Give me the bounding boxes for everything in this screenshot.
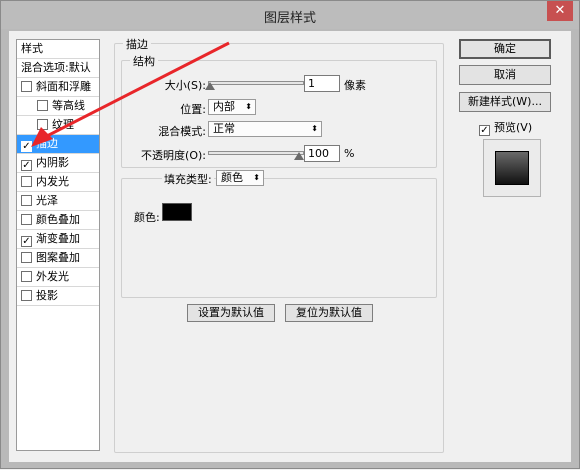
chevron-updown-icon: ⬍ xyxy=(311,124,318,133)
color-swatch[interactable] xyxy=(162,203,192,221)
size-slider-thumb[interactable] xyxy=(205,82,215,90)
preview-toggle[interactable]: ✓ 预览(V) xyxy=(479,119,532,136)
style-list-item-label: 等高线 xyxy=(52,99,85,112)
style-list-item-label: 斜面和浮雕 xyxy=(36,80,91,93)
checkbox[interactable] xyxy=(21,195,32,206)
dialog-body: 样式 混合选项:默认斜面和浮雕等高线纹理 ✓ 描边 ✓ 内阴影内发光光泽颜色叠加 ✓ 渐变叠… xyxy=(9,31,571,462)
checkbox[interactable] xyxy=(21,252,32,263)
style-list-item[interactable]: 纹理 xyxy=(17,116,99,135)
style-list-item-label: 描边 xyxy=(36,137,58,150)
style-list-item[interactable]: ✓ 渐变叠加 xyxy=(17,230,99,249)
style-list-header[interactable]: 样式 xyxy=(17,40,99,59)
blend-mode-dropdown[interactable]: 正常 ⬍ xyxy=(208,121,322,137)
cancel-button[interactable]: 取消 xyxy=(459,65,551,85)
style-list-item-label: 渐变叠加 xyxy=(36,232,80,245)
style-list-item[interactable]: 投影 xyxy=(17,287,99,306)
preview-checkbox[interactable]: ✓ xyxy=(479,125,490,136)
blend-mode-label: 混合模式: xyxy=(158,125,206,138)
position-value: 内部 xyxy=(213,100,235,113)
checkbox[interactable] xyxy=(21,81,32,92)
preview-swatch xyxy=(495,151,529,185)
fill-type-value: 颜色 xyxy=(221,171,243,184)
opacity-input[interactable]: 100 xyxy=(304,145,340,162)
opacity-slider[interactable] xyxy=(208,151,304,155)
style-list-item-label: 颜色叠加 xyxy=(36,213,80,226)
fill-type-dropdown[interactable]: 颜色 ⬍ xyxy=(216,170,264,186)
opacity-label: 不透明度(O): xyxy=(141,149,206,162)
size-input[interactable]: 1 xyxy=(304,75,340,92)
fill-type-label: 填充类型: xyxy=(162,171,214,187)
blend-mode-value: 正常 xyxy=(213,122,235,135)
close-button[interactable]: ✕ xyxy=(547,1,573,21)
style-list-item[interactable]: 斜面和浮雕 xyxy=(17,78,99,97)
stroke-group-title: 描边 xyxy=(123,36,151,52)
style-list-item[interactable]: 外发光 xyxy=(17,268,99,287)
new-style-button[interactable]: 新建样式(W)... xyxy=(459,92,551,112)
chevron-updown-icon: ⬍ xyxy=(245,102,252,111)
fill-group: 填充类型: 颜色 ⬍ 颜色: xyxy=(121,170,437,298)
set-default-button[interactable]: 设置为默认值 xyxy=(187,304,275,322)
color-label: 颜色: xyxy=(134,211,160,224)
style-list-item-label: 光泽 xyxy=(36,194,58,207)
style-list-item[interactable]: 内发光 xyxy=(17,173,99,192)
style-list-item[interactable]: ✓ 描边 xyxy=(17,135,99,154)
checkbox[interactable] xyxy=(21,176,32,187)
style-list-item-label: 外发光 xyxy=(36,270,69,283)
style-list-item[interactable]: 光泽 xyxy=(17,192,99,211)
style-list-item-label: 图案叠加 xyxy=(36,251,80,264)
structure-group-title: 结构 xyxy=(130,53,158,69)
chevron-updown-icon: ⬍ xyxy=(253,173,260,182)
style-list-item-label: 内发光 xyxy=(36,175,69,188)
checkbox[interactable] xyxy=(21,290,32,301)
style-list-item[interactable]: 等高线 xyxy=(17,97,99,116)
size-slider[interactable] xyxy=(208,81,304,85)
style-list-item[interactable]: 图案叠加 xyxy=(17,249,99,268)
title-bar: 图层样式 ✕ xyxy=(1,1,579,29)
checked-checkbox[interactable]: ✓ xyxy=(21,160,32,171)
stroke-group: 描边 结构 大小(S): 1 像素 位置: 内部 ⬍ 混合模式: 正常 ⬍ 不透… xyxy=(114,36,444,453)
style-list-item[interactable]: 颜色叠加 xyxy=(17,211,99,230)
style-list-item-label: 内阴影 xyxy=(36,156,69,169)
checkbox[interactable] xyxy=(37,119,48,130)
checked-checkbox[interactable]: ✓ xyxy=(21,236,32,247)
checkbox[interactable] xyxy=(21,214,32,225)
style-list-item-label: 投影 xyxy=(36,289,58,302)
checked-checkbox[interactable]: ✓ xyxy=(21,141,32,152)
size-unit: 像素 xyxy=(344,79,366,92)
style-list-item[interactable]: ✓ 内阴影 xyxy=(17,154,99,173)
position-dropdown[interactable]: 内部 ⬍ xyxy=(208,99,256,115)
structure-group: 结构 大小(S): 1 像素 位置: 内部 ⬍ 混合模式: 正常 ⬍ 不透明度(… xyxy=(121,53,437,168)
size-label: 大小(S): xyxy=(164,79,206,92)
ok-button[interactable]: 确定 xyxy=(459,39,551,59)
reset-default-button[interactable]: 复位为默认值 xyxy=(285,304,373,322)
opacity-slider-thumb[interactable] xyxy=(294,152,304,160)
style-list-item-label: 混合选项:默认 xyxy=(21,61,91,74)
checkbox[interactable] xyxy=(37,100,48,111)
layer-style-dialog: 图层样式 ✕ 样式 混合选项:默认 斜面和浮雕 等高线 纹理 ✓ 描边 ✓ 内阴影 内发光 光泽颜… xyxy=(0,0,580,469)
checkbox[interactable] xyxy=(21,271,32,282)
style-list-item-label: 纹理 xyxy=(52,118,74,131)
preview-thumbnail xyxy=(483,139,541,197)
preview-label: 预览(V) xyxy=(494,121,533,134)
window-title: 图层样式 xyxy=(263,11,316,26)
style-list-item[interactable]: 混合选项:默认 xyxy=(17,59,99,78)
position-label: 位置: xyxy=(180,103,206,116)
opacity-unit: % xyxy=(344,147,355,160)
style-list: 样式 混合选项:默认斜面和浮雕等高线纹理 ✓ 描边 ✓ 内阴影内发光光泽颜色叠加 ✓ 渐变叠… xyxy=(16,39,100,451)
